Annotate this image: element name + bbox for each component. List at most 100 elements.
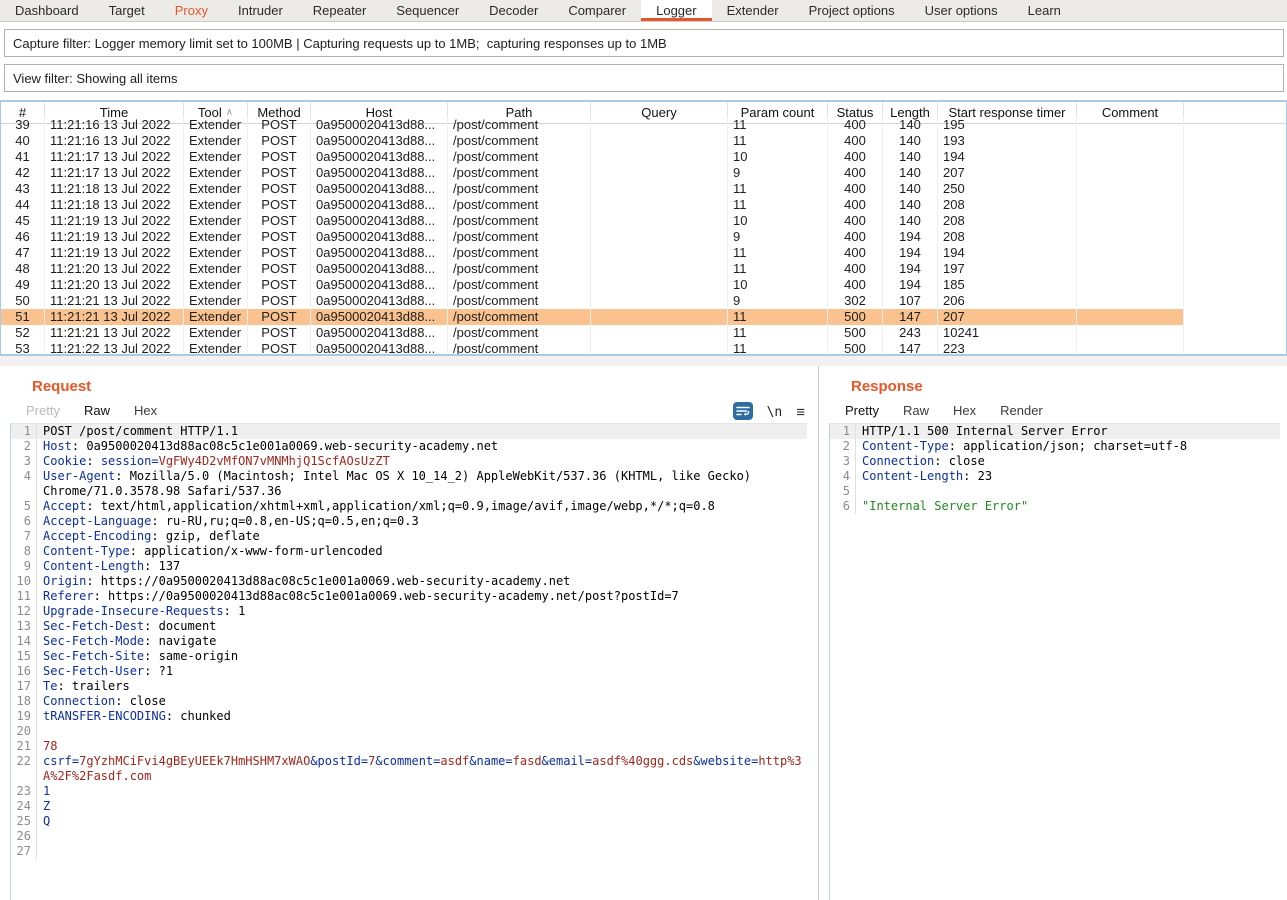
cell-param-count: 11 [728,309,828,325]
main-tab-repeater[interactable]: Repeater [298,0,381,21]
cell-tool: Extender [184,325,248,341]
cell-length: 194 [883,261,938,277]
cell-method: POST [248,213,311,229]
request-tab-hex[interactable]: Hex [122,399,169,425]
log-row-41[interactable]: 4111:21:17 13 Jul 2022ExtenderPOST0a9500… [1,149,1286,165]
cell-length: 140 [883,117,938,133]
main-tab-project-options[interactable]: Project options [794,0,910,21]
line-text: Connection: close [37,694,807,709]
log-row-45[interactable]: 4511:21:19 13 Jul 2022ExtenderPOST0a9500… [1,213,1286,229]
horizontal-splitter[interactable] [0,356,1287,366]
line-text: HTTP/1.1 500 Internal Server Error [856,424,1280,439]
line-text: Content-Type: application/x-www-form-url… [37,544,807,559]
log-row-40[interactable]: 4011:21:16 13 Jul 2022ExtenderPOST0a9500… [1,133,1286,149]
response-tab-raw[interactable]: Raw [891,399,941,425]
main-tab-target[interactable]: Target [94,0,160,21]
line-number: 16 [11,664,37,679]
log-row-48[interactable]: 4811:21:20 13 Jul 2022ExtenderPOST0a9500… [1,261,1286,277]
cell-start-response-timer: 185 [938,277,1077,293]
response-tab-pretty[interactable]: Pretty [833,399,891,425]
cell-time: 11:21:19 13 Jul 2022 [45,245,184,261]
line-number: 3 [11,454,37,469]
cell-comment [1077,133,1184,149]
cell-path: /post/comment [448,229,591,245]
log-row-50[interactable]: 5011:21:21 13 Jul 2022ExtenderPOST0a9500… [1,293,1286,309]
row-filler [1184,341,1286,356]
log-row-52[interactable]: 5211:21:21 13 Jul 2022ExtenderPOST0a9500… [1,325,1286,341]
line-text: Cookie: session=VgFWy4D2vMfON7vMNMhjQ1Sc… [37,454,807,469]
cell-comment [1077,229,1184,245]
cell-method: POST [248,165,311,181]
cell-status: 302 [828,293,883,309]
editor-line: 5 [830,484,1280,499]
row-filler [1184,197,1286,213]
cell-param-count: 11 [728,197,828,213]
response-editor[interactable]: 1HTTP/1.1 500 Internal Server Error2Cont… [829,423,1280,900]
log-row-43[interactable]: 4311:21:18 13 Jul 2022ExtenderPOST0a9500… [1,181,1286,197]
main-tab-logger[interactable]: Logger [641,0,711,21]
cell-path: /post/comment [448,133,591,149]
row-filler [1184,229,1286,245]
line-number: 3 [830,454,856,469]
editor-line: 1HTTP/1.1 500 Internal Server Error [830,424,1280,439]
main-tab-extender[interactable]: Extender [712,0,794,21]
log-row-47[interactable]: 4711:21:19 13 Jul 2022ExtenderPOST0a9500… [1,245,1286,261]
main-tab-sequencer[interactable]: Sequencer [381,0,474,21]
main-tab-user-options[interactable]: User options [910,0,1013,21]
cell-param-count: 11 [728,133,828,149]
request-tab-raw[interactable]: Raw [72,399,122,425]
cell-query [591,213,728,229]
capture-filter-bar[interactable]: Capture filter: Logger memory limit set … [4,29,1284,57]
row-filler [1184,117,1286,133]
cell-param-count: 11 [728,181,828,197]
cell-: 43 [1,181,45,197]
log-row-53[interactable]: 5311:21:22 13 Jul 2022ExtenderPOST0a9500… [1,341,1286,356]
log-row-cells: 4511:21:19 13 Jul 2022ExtenderPOST0a9500… [1,213,1184,229]
line-number: 15 [11,649,37,664]
main-tab-intruder[interactable]: Intruder [223,0,298,21]
response-tab-hex[interactable]: Hex [941,399,988,425]
main-tab-dashboard[interactable]: Dashboard [0,0,94,21]
log-row-42[interactable]: 4211:21:17 13 Jul 2022ExtenderPOST0a9500… [1,165,1286,181]
line-text: User-Agent: Mozilla/5.0 (Macintosh; Inte… [37,469,807,499]
log-row-44[interactable]: 4411:21:18 13 Jul 2022ExtenderPOST0a9500… [1,197,1286,213]
menu-icon[interactable]: ≡ [796,404,804,421]
cell-status: 500 [828,309,883,325]
response-tab-render[interactable]: Render [988,399,1055,425]
row-filler [1184,309,1286,325]
cell-host: 0a9500020413d88... [311,181,448,197]
editor-line: 14Sec-Fetch-Mode: navigate [11,634,807,649]
line-number: 4 [830,469,856,484]
cell-host: 0a9500020413d88... [311,277,448,293]
line-number: 6 [11,514,37,529]
cell-: 49 [1,277,45,293]
editor-line: 16Sec-Fetch-User: ?1 [11,664,807,679]
view-filter-bar[interactable]: View filter: Showing all items [4,64,1284,92]
log-row-39[interactable]: 3911:21:16 13 Jul 2022ExtenderPOST0a9500… [1,117,1286,133]
line-text: 1 [37,784,807,799]
cell-path: /post/comment [448,197,591,213]
cell-length: 243 [883,325,938,341]
cell-path: /post/comment [448,117,591,133]
main-tab-comparer[interactable]: Comparer [553,0,641,21]
cell-: 45 [1,213,45,229]
newline-icon[interactable]: \n [767,405,783,420]
cell-method: POST [248,117,311,133]
main-tab-decoder[interactable]: Decoder [474,0,553,21]
log-row-51[interactable]: 5111:21:21 13 Jul 2022ExtenderPOST0a9500… [1,309,1286,325]
log-row-49[interactable]: 4911:21:20 13 Jul 2022ExtenderPOST0a9500… [1,277,1286,293]
main-tab-learn[interactable]: Learn [1013,0,1076,21]
request-tab-pretty[interactable]: Pretty [14,399,72,425]
cell-param-count: 10 [728,213,828,229]
request-editor[interactable]: 1POST /post/comment HTTP/1.12Host: 0a950… [10,423,807,900]
cell-param-count: 9 [728,293,828,309]
log-row-cells: 4311:21:18 13 Jul 2022ExtenderPOST0a9500… [1,181,1184,197]
log-row-46[interactable]: 4611:21:19 13 Jul 2022ExtenderPOST0a9500… [1,229,1286,245]
main-tab-proxy[interactable]: Proxy [160,0,223,21]
cell-length: 140 [883,181,938,197]
editor-line: 22csrf=7gYzhMCiFvi4gBEyUEEk7HmHSHM7xWAO&… [11,754,807,784]
line-number: 26 [11,829,37,844]
cell-status: 400 [828,245,883,261]
cell-method: POST [248,277,311,293]
word-wrap-icon[interactable] [733,402,753,423]
